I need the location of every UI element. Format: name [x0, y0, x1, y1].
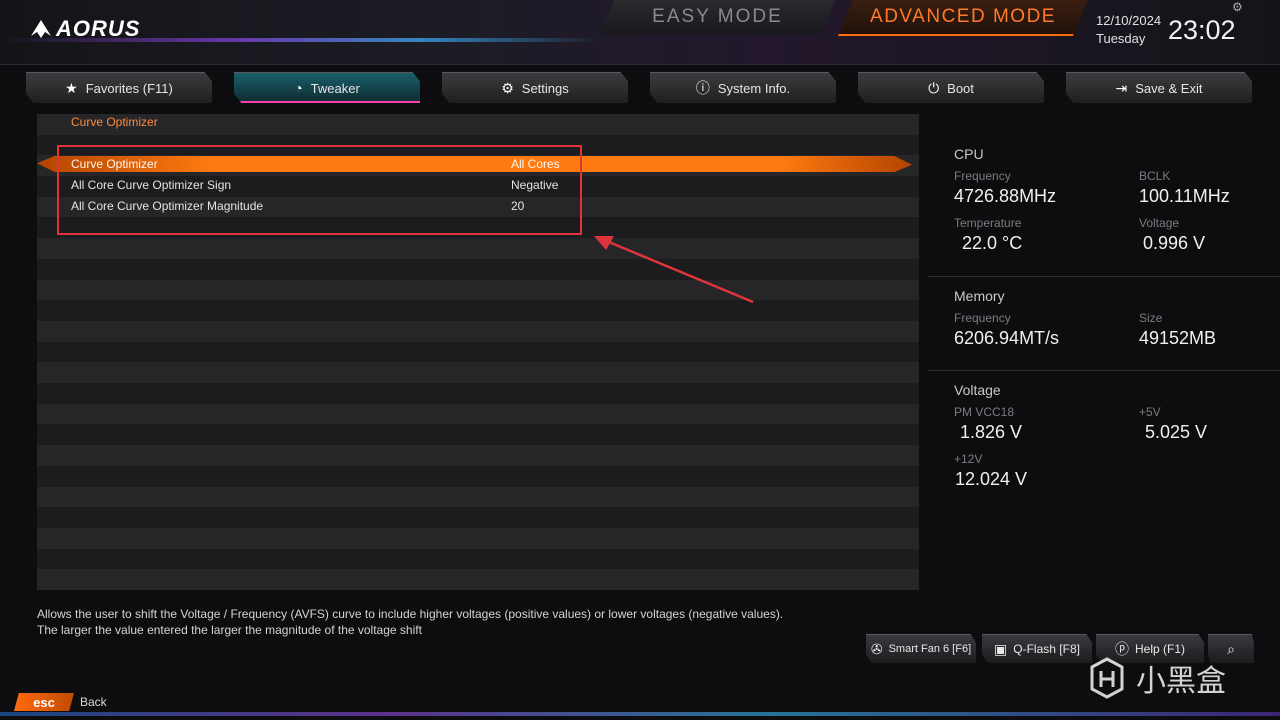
list-row — [37, 528, 919, 549]
day-text: Tuesday — [1096, 31, 1146, 46]
memory-size-label: Size — [1139, 311, 1163, 325]
power-icon: ⏻ — [928, 79, 940, 96]
main-tabs: ★ Favorites (F11) ◔ Tweaker ⚙ Settings ⓘ… — [26, 72, 1256, 103]
list-row — [37, 403, 919, 425]
cpu-temperature-value: 22.0 °C — [962, 233, 1023, 253]
pm-vcc18-label: PM VCC18 — [954, 405, 1015, 419]
pm-vcc18-value: 1.826 V — [960, 422, 1023, 442]
aorus-logo: AORUS — [30, 14, 145, 44]
cpu-frequency-label: Frequency — [954, 169, 1011, 183]
fan-icon: ✇ — [870, 640, 883, 657]
settings-gear-icon[interactable]: ⚙ — [1232, 0, 1243, 14]
tab-label: Favorites (F11) — [85, 80, 173, 96]
list-row — [37, 569, 919, 591]
esc-button[interactable]: esc — [14, 693, 74, 711]
memory-title: Memory — [954, 288, 1005, 304]
smart-fan-button[interactable]: ✇ Smart Fan 6 [F6] — [866, 634, 976, 663]
search-icon: ⌕ — [1227, 640, 1235, 657]
tab-boot[interactable]: ⏻ Boot — [858, 72, 1044, 103]
cpu-voltage-value: 0.996 V — [1143, 233, 1206, 253]
description-line: Allows the user to shift the Voltage / F… — [37, 607, 784, 621]
gear-icon: ⚙ — [501, 79, 514, 96]
tab-favorites[interactable]: ★ Favorites (F11) — [26, 72, 212, 103]
heybox-logo-icon — [1090, 657, 1124, 699]
cpu-voltage-label: Voltage — [1139, 216, 1180, 230]
voltage-title: Voltage — [954, 382, 1001, 398]
smart-fan-label: Smart Fan 6 [F6] — [888, 643, 972, 655]
list-row — [37, 424, 919, 446]
info-icon: ⓘ — [695, 80, 710, 96]
tab-tweaker[interactable]: ◔ Tweaker — [234, 72, 420, 103]
list-row — [37, 507, 919, 528]
brand-text: AORUS — [56, 16, 141, 41]
exit-icon: ⇥ — [1115, 79, 1128, 96]
list-row — [37, 383, 919, 404]
annotation-highlight-box — [57, 145, 582, 235]
tab-system-info[interactable]: ⓘ System Info. — [650, 72, 836, 103]
date-text: 12/10/2024 — [1096, 13, 1162, 28]
star-folder-icon: ★ — [65, 79, 78, 96]
list-row — [37, 548, 919, 570]
watermark: 小黑盒 — [1086, 656, 1226, 700]
qflash-button[interactable]: ▣ Q-Flash [F8] — [982, 634, 1092, 663]
bclk-value: 100.11MHz — [1139, 186, 1230, 206]
clock-text: 23:02 — [1168, 15, 1236, 45]
tab-save-exit[interactable]: ⇥ Save & Exit — [1066, 72, 1252, 103]
plus12v-label: +12V — [954, 452, 983, 466]
annotation-arrow-icon — [594, 236, 754, 304]
watermark-text: 小黑盒 — [1136, 665, 1226, 698]
info-divider — [928, 370, 1280, 371]
section-title: Curve Optimizer — [71, 115, 158, 129]
list-row — [37, 238, 919, 259]
tab-label: Save & Exit — [1135, 80, 1203, 96]
memory-size-value: 49152MB — [1139, 328, 1217, 348]
easy-mode-button[interactable]: EASY MODE — [600, 0, 835, 34]
bottom-glow-decoration — [0, 712, 1280, 716]
list-row — [37, 258, 919, 280]
list-row — [37, 114, 919, 135]
advanced-mode-button[interactable]: ADVANCED MODE — [838, 0, 1088, 36]
list-row — [37, 321, 919, 342]
speedometer-icon: ◔ — [294, 80, 303, 96]
tab-label: Settings — [521, 80, 569, 96]
list-row — [37, 362, 919, 384]
cpu-title: CPU — [954, 146, 984, 162]
help-label: Help (F1) — [1134, 642, 1185, 656]
qflash-label: Q-Flash [F8] — [1013, 642, 1080, 656]
list-row — [37, 341, 919, 363]
back-label[interactable]: Back — [80, 695, 107, 709]
tab-settings[interactable]: ⚙ Settings — [442, 72, 628, 103]
tab-label: System Info. — [717, 80, 791, 96]
bclk-label: BCLK — [1139, 169, 1171, 183]
header-bar: AORUS EASY MODE ADVANCED MODE 12/10/2024… — [0, 0, 1280, 65]
plus5v-value: 5.025 V — [1145, 422, 1208, 442]
cpu-temperature-label: Temperature — [954, 216, 1022, 230]
list-row — [37, 465, 919, 487]
tab-label: Boot — [947, 80, 974, 96]
list-row — [37, 445, 919, 466]
cpu-frequency-value: 4726.88MHz — [954, 186, 1057, 206]
list-row — [37, 486, 919, 508]
aorus-eagle-icon — [31, 20, 51, 38]
list-row — [37, 279, 919, 301]
help-description: Allows the user to shift the Voltage / F… — [37, 606, 783, 638]
info-divider — [928, 276, 1280, 277]
memory-frequency-label: Frequency — [954, 311, 1011, 325]
memory-frequency-value: 6206.94MT/s — [954, 328, 1060, 348]
chip-icon: ▣ — [994, 640, 1008, 657]
plus12v-value: 12.024 V — [955, 469, 1028, 489]
description-line: The larger the value entered the larger … — [37, 623, 422, 637]
tab-label: Tweaker — [310, 80, 360, 96]
list-row — [37, 300, 919, 321]
plus5v-label: +5V — [1139, 405, 1161, 419]
